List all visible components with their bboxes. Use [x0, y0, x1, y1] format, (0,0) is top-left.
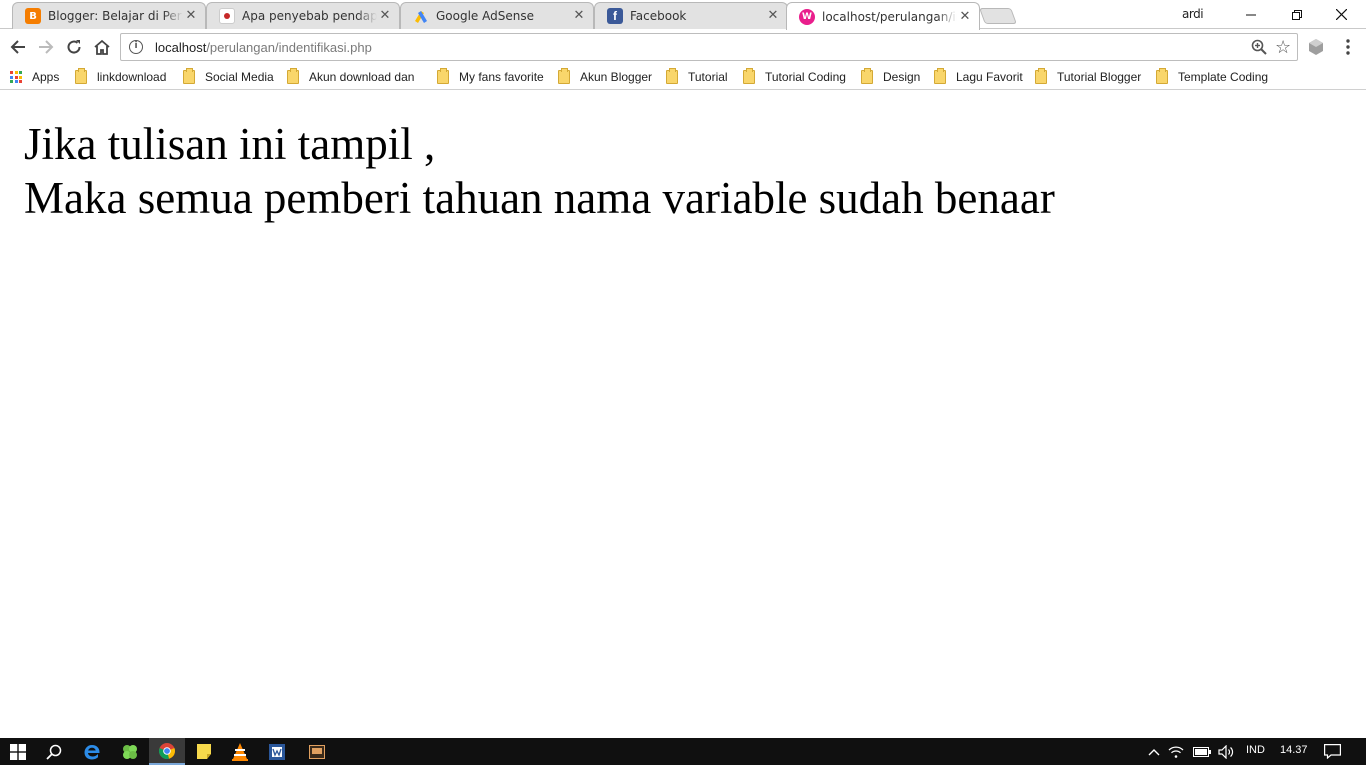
tab-adsense[interactable]: Google AdSense ✕ [400, 2, 594, 29]
bookmark-label: Akun download dan [309, 70, 415, 84]
bookmark-label: Social Media [205, 70, 274, 84]
tab-strip: B Blogger: Belajar di Perant ✕ Apa penye… [0, 0, 1366, 30]
tab-label: Facebook [630, 9, 687, 23]
page-text-line-2: Maka semua pemberi tahuan nama variable … [24, 173, 1055, 223]
bookmark-folder[interactable]: Akun download dan [287, 68, 423, 86]
tab-localhost[interactable]: W localhost/perulangan/inc ✕ [786, 2, 980, 30]
folder-icon [1156, 68, 1168, 84]
reload-icon[interactable] [61, 34, 87, 60]
bookmark-folder[interactable]: Template Coding [1156, 68, 1268, 86]
bookmark-folder[interactable]: Design [861, 68, 920, 86]
bookmark-label: Tutorial [688, 70, 728, 84]
blogger-icon: B [25, 8, 41, 24]
language-indicator[interactable]: IND [1246, 744, 1265, 756]
tab-label: localhost/perulangan/inc [822, 9, 957, 24]
site-info-icon[interactable]: i [129, 40, 143, 54]
restore-icon[interactable] [1274, 0, 1320, 29]
bookmark-folder[interactable]: My fans favorite [437, 68, 544, 86]
search-icon[interactable] [36, 738, 72, 765]
tab-facebook[interactable]: f Facebook ✕ [594, 2, 788, 29]
folder-icon [666, 68, 678, 84]
bookmark-folder[interactable]: Lagu Favorit [934, 68, 1023, 86]
close-tab-icon[interactable]: ✕ [183, 8, 199, 24]
battery-icon[interactable] [1190, 738, 1214, 765]
clock[interactable]: 14.37 [1280, 744, 1308, 756]
bookmark-label: Design [883, 70, 921, 84]
bookmark-folder[interactable]: Akun Blogger [558, 68, 652, 86]
close-tab-icon[interactable]: ✕ [957, 9, 973, 25]
bookmark-label: My fans favorite [459, 70, 544, 84]
close-tab-icon[interactable]: ✕ [377, 8, 393, 24]
home-icon[interactable] [89, 34, 115, 60]
folder-icon [287, 68, 299, 84]
tab-blogger[interactable]: B Blogger: Belajar di Perant ✕ [12, 2, 206, 29]
page-icon [219, 8, 235, 24]
address-url[interactable]: localhost/perulangan/indentifikasi.php [155, 40, 372, 55]
folder-icon [743, 68, 755, 84]
bookmark-label: Lagu Favorit [956, 70, 1023, 84]
localhost-icon: W [799, 8, 815, 25]
sticky-notes-icon[interactable] [186, 738, 222, 765]
close-window-icon[interactable] [1318, 0, 1364, 29]
menu-icon[interactable] [1335, 34, 1361, 60]
folder-icon [558, 68, 570, 84]
bookmark-star-icon[interactable]: ☆ [1275, 37, 1291, 58]
bookmark-label: linkdownload [97, 70, 167, 84]
tab-label: Blogger: Belajar di Perant [48, 9, 183, 23]
address-bar[interactable]: i localhost/perulangan/indentifikasi.php… [120, 33, 1298, 61]
page-content: Jika tulisan ini tampil , Maka semua pem… [0, 91, 1366, 737]
notification-icon[interactable] [1314, 738, 1350, 765]
zoom-icon[interactable] [1251, 39, 1267, 59]
browser-toolbar: i localhost/perulangan/indentifikasi.php… [0, 30, 1366, 63]
page-text-line-1: Jika tulisan ini tampil , [24, 119, 436, 169]
bookmark-folder[interactable]: Social Media [183, 68, 274, 86]
tab-label: Google AdSense [436, 9, 534, 23]
folder-icon [437, 68, 449, 84]
taskbar: IND 14.37 [0, 738, 1366, 765]
bookmark-label: Akun Blogger [580, 70, 653, 84]
bookmark-label: Template Coding [1178, 70, 1269, 84]
edge-icon[interactable] [74, 738, 110, 765]
close-tab-icon[interactable]: ✕ [765, 8, 781, 24]
close-tab-icon[interactable]: ✕ [571, 8, 587, 24]
bookmark-label: Tutorial Coding [765, 70, 846, 84]
bookmarks-bar: Apps linkdownload Social Media Akun down… [0, 63, 1366, 90]
wifi-icon[interactable] [1164, 738, 1188, 765]
adsense-icon [413, 8, 429, 24]
back-icon[interactable] [5, 34, 31, 60]
profile-name[interactable]: ardi [1182, 7, 1204, 21]
bookmark-label: Apps [32, 70, 60, 84]
folder-icon [183, 68, 195, 84]
vlc-icon[interactable] [222, 738, 258, 765]
clover-icon[interactable] [112, 738, 148, 765]
volume-icon[interactable] [1214, 738, 1238, 765]
word-icon[interactable] [259, 738, 295, 765]
chrome-icon[interactable] [149, 738, 185, 765]
folder-icon [1035, 68, 1047, 84]
bookmark-folder[interactable]: linkdownload [75, 68, 166, 86]
forward-icon[interactable] [33, 34, 59, 60]
extension-icon[interactable] [1303, 34, 1329, 60]
folder-icon [75, 68, 87, 84]
facebook-icon: f [607, 8, 623, 24]
tab-label: Apa penyebab pendapat [242, 9, 377, 23]
folder-icon [861, 68, 873, 84]
new-tab-button[interactable] [979, 8, 1017, 24]
apps-icon [10, 71, 22, 83]
tab-apa-penyebab[interactable]: Apa penyebab pendapat ✕ [206, 2, 400, 29]
bookmark-apps[interactable]: Apps [10, 68, 59, 86]
windows-start-icon[interactable] [0, 738, 36, 765]
folder-icon [934, 68, 946, 84]
bookmark-label: Tutorial Blogger [1057, 70, 1142, 84]
bookmark-folder[interactable]: Tutorial [666, 68, 728, 86]
bookmark-folder[interactable]: Tutorial Coding [743, 68, 846, 86]
bookmark-folder[interactable]: Tutorial Blogger [1035, 68, 1141, 86]
app-icon[interactable] [299, 738, 335, 765]
minimize-icon[interactable] [1228, 0, 1274, 29]
